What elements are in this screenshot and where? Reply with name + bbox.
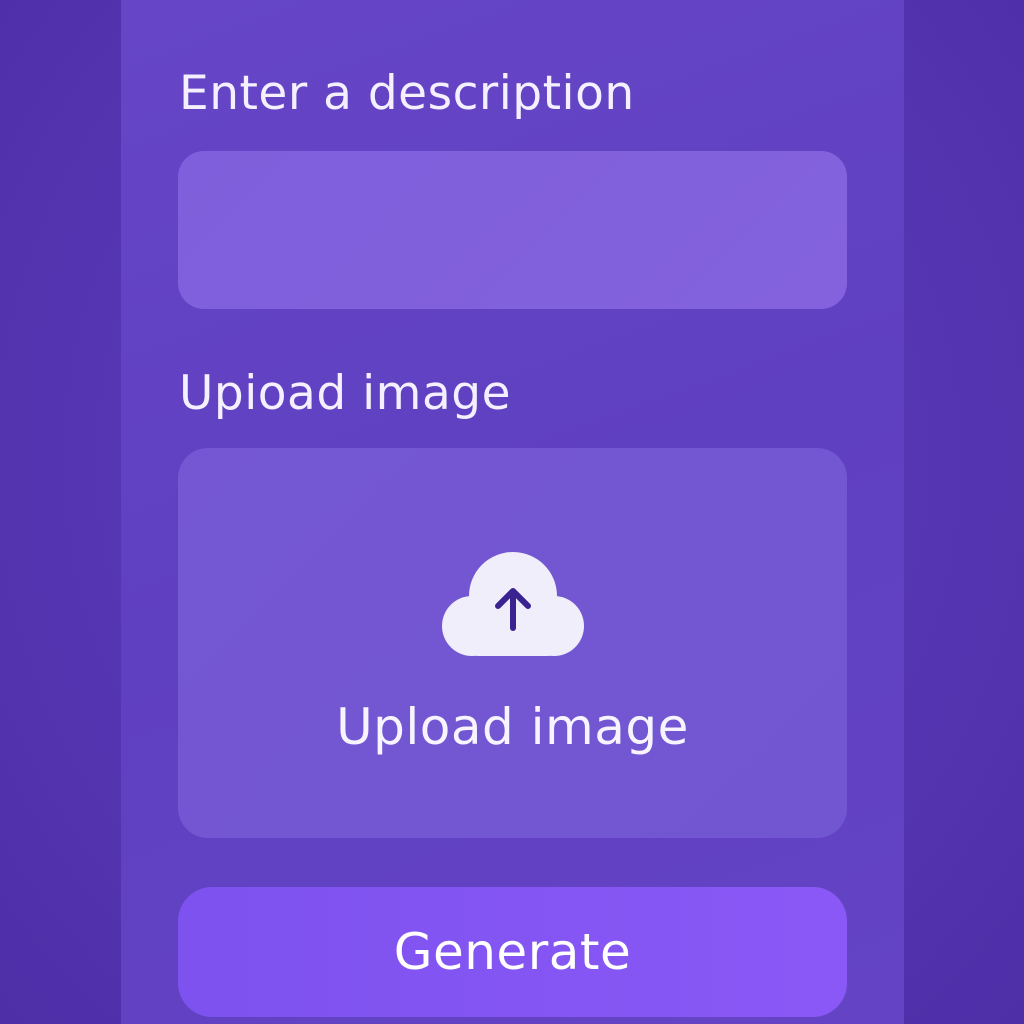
cloud-upload-icon — [442, 552, 584, 656]
description-input[interactable] — [178, 151, 847, 309]
upload-image-label: Upioad image — [179, 366, 512, 421]
generate-button[interactable]: Generate — [178, 887, 847, 1017]
description-label: Enter a description — [179, 66, 635, 121]
form-panel: Enter a description Upioad image Upload … — [121, 0, 904, 1024]
upload-image-text: Upload image — [336, 698, 689, 756]
upload-image-dropzone[interactable]: Upload image — [178, 448, 847, 838]
